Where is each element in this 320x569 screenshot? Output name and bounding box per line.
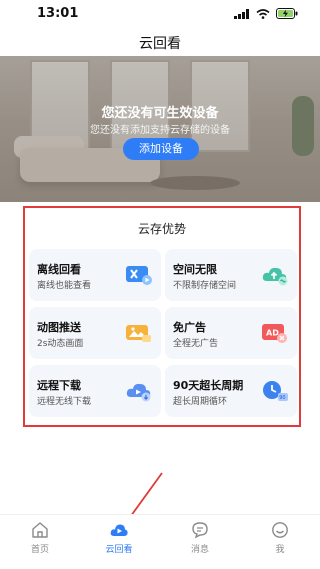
advantage-title: 90天超长周期 [173,379,244,392]
tab-cloud-playback[interactable]: 云回看 [94,521,144,555]
page-title: 云回看 [139,36,181,52]
advantage-title: 动图推送 [37,321,81,334]
advantage-subtitle: 2s动态画面 [37,339,84,349]
advantage-tile-long-cycle: 90天超长周期 超长周期循环 90 [165,365,297,417]
advantage-subtitle: 不限制存储空间 [173,281,237,291]
hero-title: 您还没有可生效设备 [101,106,219,121]
status-bar: 13:01 [0,0,320,26]
tab-home[interactable]: 首页 [15,521,65,555]
advantage-title: 免广告 [173,321,206,334]
advantages-title: 云存优势 [137,222,186,236]
tab-label: 首页 [30,545,49,555]
cloud-advantages-panel: 云存优势 离线回看 离线也能查看 空间无限 不限制存储空间 动图推送 2s动态画… [23,206,301,427]
status-icons [234,8,298,19]
signal-icon [234,8,249,19]
svg-text:90: 90 [279,395,285,401]
tab-label: 云回看 [105,545,133,555]
profile-icon [272,522,288,538]
tab-label: 消息 [190,545,209,555]
advantage-tile-unlimited-storage: 空间无限 不限制存储空间 [165,249,297,301]
hero-subtitle: 您还没有添加支持云存储的设备 [90,125,230,136]
long-cycle-clock-icon: 90 [263,381,288,401]
gif-push-icon [126,325,151,342]
bottom-tab-bar: 首页 云回看 消息 我 [0,514,320,569]
offline-playback-icon [126,266,152,285]
tab-profile[interactable]: 我 [255,521,305,555]
unlimited-storage-icon [262,267,288,286]
status-time: 13:01 [37,6,79,21]
advantage-tile-ad-free: 免广告 全程无广告 AD [165,307,297,359]
message-icon [192,522,208,539]
advantage-subtitle: 超长周期循环 [173,397,228,407]
tab-label: 我 [275,545,285,555]
wifi-icon [256,8,270,19]
advantage-title: 远程下载 [37,379,81,392]
ad-free-icon: AD [262,324,287,343]
cloud-download-icon [126,383,151,402]
tab-messages[interactable]: 消息 [175,521,225,555]
hero-banner: 您还没有可生效设备 您还没有添加支持云存储的设备 添加设备 [0,56,320,202]
advantage-subtitle: 离线也能查看 [37,281,92,291]
cloud-playback-icon [110,524,128,536]
advantage-tile-remote-download: 远程下载 远程无线下载 [29,365,161,417]
add-device-button[interactable]: 添加设备 [123,138,199,160]
advantage-tile-gif-push: 动图推送 2s动态画面 [29,307,161,359]
advantage-tile-offline-playback: 离线回看 离线也能查看 [29,249,161,301]
advantage-subtitle: 全程无广告 [173,339,219,349]
advantage-title: 离线回看 [37,263,81,276]
svg-text:AD: AD [266,329,279,338]
advantage-subtitle: 远程无线下载 [37,397,92,407]
battery-charging-icon [276,8,298,19]
advantage-title: 空间无限 [173,263,217,276]
home-icon [32,522,48,538]
